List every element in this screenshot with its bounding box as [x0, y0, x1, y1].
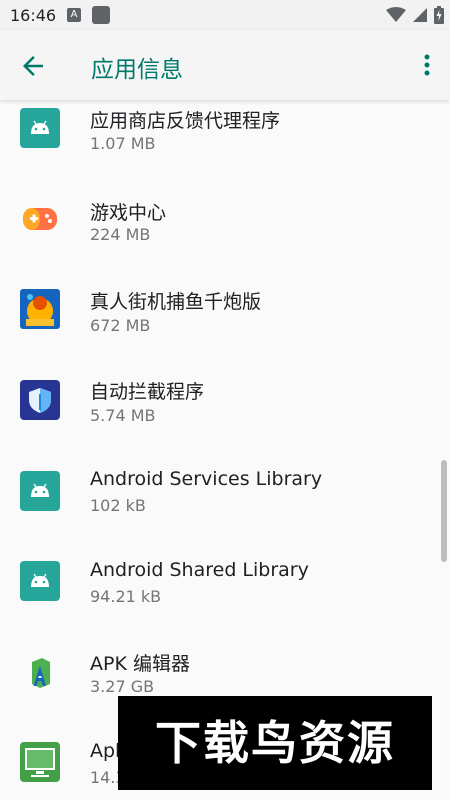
apk-installer-icon	[20, 742, 60, 782]
status-time: 16:46	[10, 6, 57, 25]
more-vert-icon	[424, 54, 430, 76]
android-icon	[20, 471, 60, 511]
notification-square-icon	[92, 6, 110, 24]
apk-editor-icon	[32, 658, 50, 688]
app-size: 224 MB	[90, 225, 151, 244]
shield-icon	[20, 380, 60, 420]
app-bar: 应用信息	[0, 30, 450, 100]
signal-icon	[413, 8, 427, 22]
list-item[interactable]: 游戏中心 224 MB	[0, 180, 450, 270]
app-size: 672 MB	[90, 316, 151, 335]
battery-icon	[434, 6, 444, 24]
list-item[interactable]: 自动拦截程序 5.74 MB	[0, 360, 450, 450]
app-name: 真人街机捕鱼千炮版	[90, 291, 262, 313]
app-name: 自动拦截程序	[90, 381, 205, 403]
app-name: 应用商店反馈代理程序	[90, 110, 281, 132]
list-item[interactable]: Android Shared Library 94.21 kB	[0, 540, 450, 630]
scrollbar-thumb[interactable]	[441, 460, 447, 562]
app-size: 94.21 kB	[90, 587, 162, 606]
more-options-button[interactable]	[420, 52, 434, 80]
android-icon	[20, 561, 60, 601]
list-item[interactable]: Android Services Library 102 kB	[0, 450, 450, 540]
list-item[interactable]: 真人街机捕鱼千炮版 672 MB	[0, 270, 450, 360]
watermark-logo: 下载鸟资源	[118, 696, 432, 790]
app-list[interactable]: 应用商店反馈代理程序 1.07 MB 游戏中心 224 MB 真人街机捕鱼千炮版…	[0, 100, 450, 800]
app-size: 102 kB	[90, 496, 146, 515]
fishing-game-icon	[20, 289, 60, 329]
back-button[interactable]	[18, 51, 48, 81]
app-name: 游戏中心	[90, 202, 167, 224]
game-center-icon	[23, 208, 57, 230]
arrow-back-icon	[23, 56, 43, 76]
app-name: APK 编辑器	[90, 653, 190, 675]
app-name: Android Services Library	[90, 468, 323, 490]
page-title: 应用信息	[91, 57, 183, 83]
status-icons	[386, 6, 444, 24]
app-name: Android Shared Library	[90, 559, 309, 581]
app-size: 3.27 GB	[90, 677, 155, 696]
notification-a-icon: A	[67, 8, 81, 22]
app-size: 5.74 MB	[90, 406, 156, 425]
android-icon	[20, 108, 60, 148]
app-size: 1.07 MB	[90, 134, 156, 153]
wifi-icon	[386, 7, 406, 22]
status-bar: 16:46 A	[0, 0, 450, 30]
list-item[interactable]: 应用商店反馈代理程序 1.07 MB	[0, 100, 450, 180]
